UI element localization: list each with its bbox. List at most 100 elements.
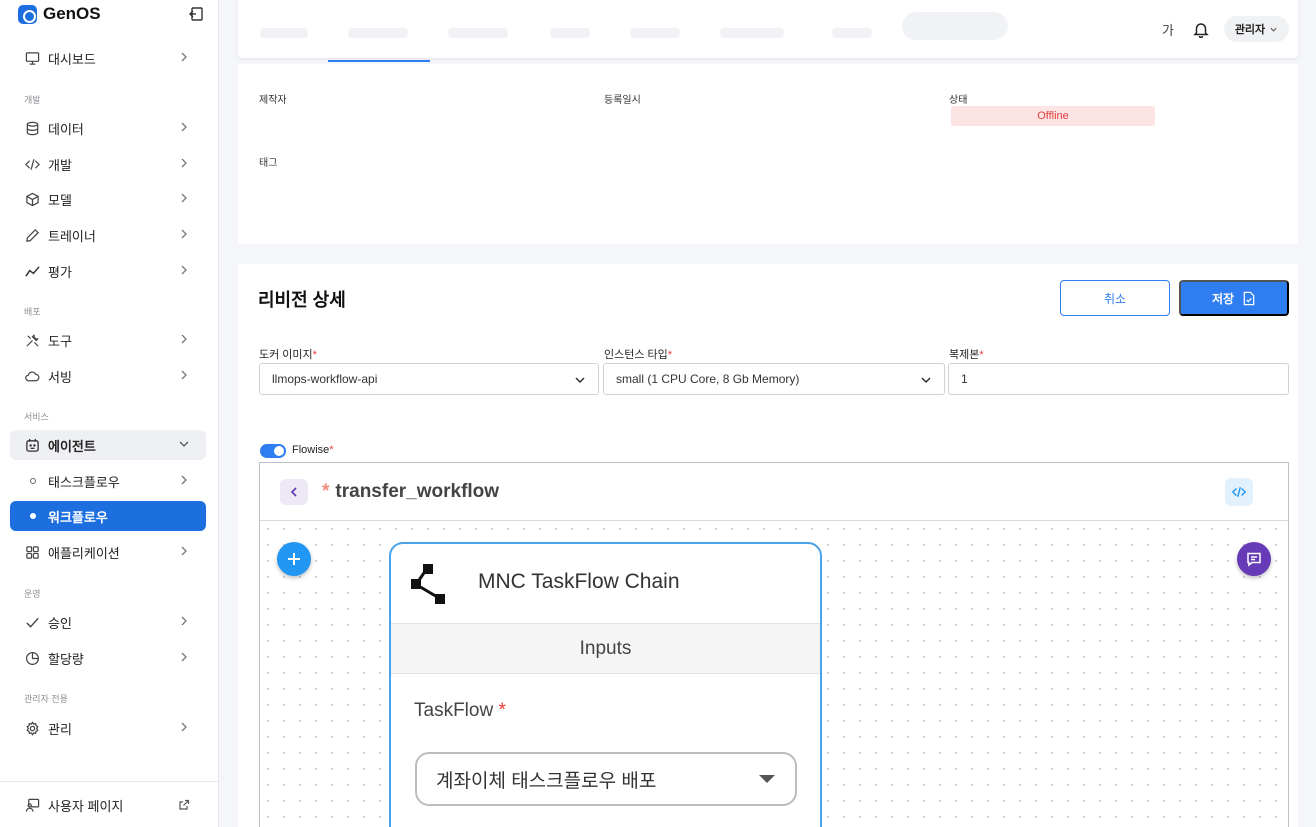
user-page-label: 사용자 페이지 (48, 798, 124, 814)
unsaved-mark: * (322, 481, 330, 502)
sidebar-item-dashboard[interactable]: 대시보드 (10, 43, 206, 73)
sidebar-item-management[interactable]: 관리 (10, 713, 206, 743)
file-check-icon (1243, 291, 1255, 305)
tools-icon (24, 332, 40, 348)
sidebar-collapse-icon[interactable] (189, 6, 205, 22)
tab-placeholder[interactable] (348, 28, 408, 38)
sidebar-item-model[interactable]: 모델 (10, 184, 206, 214)
sidebar-item-label: 트레이너 (48, 228, 96, 244)
external-link-icon (179, 799, 190, 810)
cancel-button[interactable]: 취소 (1060, 280, 1170, 316)
sidebar-item-taskflow[interactable]: 태스크플로우 (10, 466, 206, 496)
chevron-right-icon (181, 475, 187, 485)
tab-placeholder[interactable] (902, 12, 1008, 40)
flow-canvas[interactable]: MNC TaskFlow Chain Inputs TaskFlow * 계좌이… (260, 521, 1288, 827)
replica-value: 1 (961, 372, 968, 386)
tab-placeholder[interactable] (260, 28, 308, 38)
status-badge: Offline (951, 106, 1155, 126)
sidebar-footer: 사용자 페이지 (0, 781, 218, 827)
user-page-link[interactable]: 사용자 페이지 (10, 790, 206, 820)
save-button-label: 저장 (1211, 291, 1235, 306)
flowise-label-text: Flowise (292, 444, 330, 456)
sidebar-item-evaluation[interactable]: 평가 (10, 256, 206, 286)
tab-placeholder[interactable] (448, 28, 508, 38)
creator-label: 제작자 (259, 95, 287, 106)
resource-info-card: 제작자 등록일시 상태 Offline 태그 (238, 64, 1298, 244)
taskflow-select[interactable]: 계좌이체 태스크플로우 배포 (415, 752, 797, 806)
chevron-right-icon (181, 370, 187, 380)
pie-chart-icon (24, 650, 40, 666)
sidebar-item-application[interactable]: 애플리케이션 (10, 537, 206, 567)
save-button[interactable]: 저장 (1179, 280, 1289, 316)
sidebar-item-label: 애플리케이션 (48, 545, 120, 561)
required-mark: * (979, 349, 984, 361)
back-button[interactable] (280, 479, 308, 505)
sidebar-item-quota[interactable]: 할당량 (10, 643, 206, 673)
chevron-right-icon (181, 722, 187, 732)
sidebar-item-tools[interactable]: 도구 (10, 325, 206, 355)
user-menu-button[interactable]: 관리자 (1224, 16, 1289, 42)
flow-title: * transfer_workflow (322, 481, 499, 503)
tab-placeholder[interactable] (832, 28, 872, 38)
chevron-right-icon (181, 616, 187, 626)
docker-image-select[interactable]: llmops-workflow-api (259, 363, 599, 395)
sidebar-item-approval[interactable]: 승인 (10, 607, 206, 637)
add-node-button[interactable] (277, 542, 311, 576)
view-code-button[interactable] (1225, 478, 1253, 506)
chevron-right-icon (181, 229, 187, 239)
tab-placeholder[interactable] (720, 28, 784, 38)
flowise-toggle[interactable] (260, 444, 286, 458)
sidebar-item-trainer[interactable]: 트레이너 (10, 220, 206, 250)
sidebar-item-label: 승인 (48, 615, 72, 631)
sidebar-item-label: 평가 (48, 264, 72, 280)
bullet-icon (30, 513, 36, 519)
gear-icon (24, 720, 40, 736)
bell-icon[interactable] (1192, 20, 1210, 38)
chevron-right-icon (181, 265, 187, 275)
taskflow-field-label-text: TaskFlow (414, 700, 494, 721)
instance-type-label-text: 인스턴스 타입 (604, 349, 668, 361)
bullet-icon (30, 478, 36, 484)
plus-icon (288, 553, 300, 565)
chevron-right-icon (181, 158, 187, 168)
replica-input[interactable]: 1 (948, 363, 1289, 395)
instance-type-value: small (1 CPU Core, 8 Gb Memory) (616, 372, 800, 386)
pencil-icon (24, 227, 40, 243)
sidebar-item-label: 대시보드 (48, 51, 96, 67)
genos-logo-icon (18, 4, 37, 24)
sidebar-item-label: 워크플로우 (48, 509, 108, 525)
app-logo[interactable]: GenOS (18, 4, 101, 24)
dropdown-arrow-icon (759, 775, 775, 783)
sidebar-item-label: 태스크플로우 (48, 474, 120, 490)
nav-section-service: 서비스 (24, 412, 49, 422)
taskflow-chain-node[interactable]: MNC TaskFlow Chain Inputs TaskFlow * 계좌이… (389, 542, 822, 827)
instance-type-select[interactable]: small (1 CPU Core, 8 Gb Memory) (603, 363, 945, 395)
chevron-left-icon (290, 487, 297, 497)
code-icon (24, 156, 40, 172)
tab-placeholder[interactable] (630, 28, 680, 38)
docker-image-label-text: 도커 이미지 (259, 349, 313, 361)
sidebar-item-agent[interactable]: 에이전트 (10, 430, 206, 460)
sidebar: GenOS 대시보드 개발 데이터 개발 모델 트레이너 평가 배포 도구 서빙… (0, 0, 219, 827)
sidebar-item-dev[interactable]: 개발 (10, 149, 206, 179)
flow-title-text: transfer_workflow (335, 481, 500, 502)
flow-header: * transfer_workflow (260, 463, 1288, 521)
required-mark: * (329, 444, 334, 456)
sidebar-item-data[interactable]: 데이터 (10, 113, 206, 143)
flowise-label: Flowise* (292, 444, 334, 456)
chevron-right-icon (181, 52, 187, 62)
chat-button[interactable] (1237, 542, 1271, 576)
sidebar-item-label: 에이전트 (48, 438, 96, 454)
instance-type-label: 인스턴스 타입* (604, 346, 672, 362)
sidebar-item-label: 서빙 (48, 369, 72, 385)
sidebar-item-serving[interactable]: 서빙 (10, 361, 206, 391)
revision-detail-card: 리비전 상세 취소 저장 도커 이미지* llmops-workflow-api… (238, 264, 1298, 827)
sidebar-item-label: 개발 (48, 157, 72, 173)
tags-label: 태그 (259, 158, 278, 169)
chevron-down-icon (921, 377, 931, 384)
sidebar-item-workflow[interactable]: 워크플로우 (10, 501, 206, 531)
required-mark: * (667, 349, 673, 361)
font-size-toggle[interactable]: 가 (1162, 20, 1174, 39)
app-name: GenOS (43, 4, 101, 23)
tab-placeholder[interactable] (550, 28, 590, 38)
